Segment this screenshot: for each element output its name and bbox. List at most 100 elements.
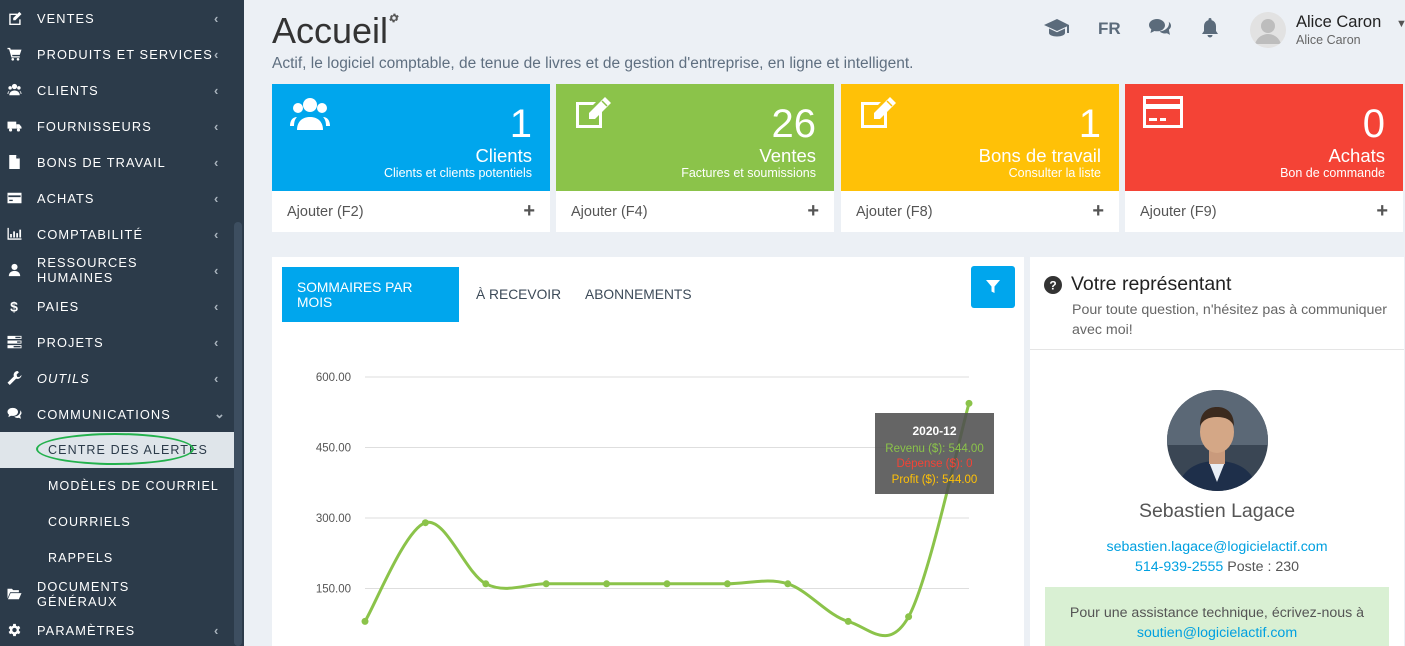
filter-icon [986,280,1000,293]
chevron-left-icon: ‹ [214,370,220,386]
chart-panel: SOMMAIRES PAR MOIS À RECEVOIR ABONNEMENT… [272,257,1024,646]
card-add-label: Ajouter (F2) [287,203,364,220]
chevron-left-icon: ‹ [214,154,220,170]
cart-icon [0,47,37,61]
sidebar-item-produits-et-services[interactable]: PRODUITS ET SERVICES ‹ [0,36,234,72]
page-title: Accueil [272,10,389,51]
sidebar-subitem-rappels[interactable]: RAPPELS [0,540,234,576]
card-count: 26 [771,102,817,146]
card-header[interactable]: 1 Clients Clients et clients potentiels [272,84,550,191]
rep-email-link[interactable]: sebastien.lagace@logicielactif.com [1030,539,1404,555]
chevron-left-icon: ‹ [214,118,220,134]
sidebar-item-comptabilité[interactable]: COMPTABILITÉ ‹ [0,216,234,252]
sidebar-subitem-centre-des-alertes[interactable]: CENTRE DES ALERTES [0,432,234,468]
bar-chart-icon [0,227,37,241]
card-description: Bon de commande [1280,166,1385,180]
sidebar-item-label: RESSOURCES HUMAINES [37,255,138,285]
sidebar-scrollbar[interactable] [234,222,242,646]
sidebar-item-paies[interactable]: $ PAIES ‹ [0,288,234,324]
sidebar-item-bons-de-travail[interactable]: BONS DE TRAVAIL ‹ [0,144,234,180]
plus-icon: + [523,200,535,222]
comments-icon [0,407,37,421]
data-point[interactable] [361,617,369,625]
sidebar-item-label: BONS DE TRAVAIL [37,154,166,170]
language-selector[interactable]: FR [1098,19,1121,39]
card-header[interactable]: 26 Ventes Factures et soumissions [556,84,834,191]
data-point[interactable] [542,580,550,588]
card-header[interactable]: 0 Achats Bon de commande [1125,84,1403,191]
sidebar-item-achats[interactable]: ACHATS ‹ [0,180,234,216]
settings-gear-icon[interactable] [388,12,400,24]
rep-name: Sebastien Lagace [1138,500,1296,522]
chevron-left-icon: ‹ [214,46,220,62]
rep-title: Votre représentant [1071,273,1232,295]
sidebar-item-label: VENTES [37,10,95,26]
data-point[interactable] [723,580,731,588]
rep-header: ? Votre représentant Pour toute question… [1030,257,1404,350]
tab-sommaires[interactable]: SOMMAIRES PAR MOIS [282,267,459,322]
y-tick-label: 150.00 [316,584,351,596]
sidebar-item-ventes[interactable]: VENTES ‹ [0,0,234,36]
caret-down-icon[interactable]: ▼ [1396,18,1405,30]
chevron-down-icon: ⌄ [214,406,226,421]
sidebar-item-outils[interactable]: OUTILS ‹ [0,360,234,396]
data-point[interactable] [482,580,490,588]
support-text: Pour une assistance technique, écrivez-n… [1069,605,1365,621]
sidebar-item-paramètres[interactable]: PARAMÈTRES ‹ [0,612,234,646]
question-circle-icon: ? [1044,276,1062,294]
sidebar-item-documents-généraux[interactable]: DOCUMENTS GÉNÉRAUX [0,576,234,612]
tooltip-revenu: Revenu ($): 544.00 [885,442,984,455]
data-point[interactable] [603,580,611,588]
sidebar-item-ressources-humaines[interactable]: RESSOURCES HUMAINES ‹ [0,252,234,288]
sidebar-item-clients[interactable]: CLIENTS ‹ [0,72,234,108]
data-point[interactable] [844,617,852,625]
bell-icon[interactable] [1201,18,1219,38]
card-header[interactable]: 1 Bons de travail Consulter la liste [841,84,1119,191]
tooltip-date: 2020-12 [912,424,957,438]
tab-abonnements[interactable]: ABONNEMENTS [570,267,707,322]
y-tick-label: 300.00 [316,513,351,525]
avatar[interactable] [1250,12,1286,48]
plus-icon: + [1092,200,1104,222]
sidebar-subitem-modèles-de-courriel[interactable]: MODÈLES DE COURRIEL [0,468,234,504]
card-add-button[interactable]: Ajouter (F8) + [841,191,1119,232]
sidebar-item-label: CLIENTS [37,82,99,98]
card-bons-de-travail: 1 Bons de travail Consulter la liste Ajoute… [841,84,1119,232]
user-name[interactable]: Alice Caron [1296,13,1381,32]
user-icon [0,263,37,277]
support-email-link[interactable]: soutien@logicielactif.com [1045,623,1389,643]
tab-a-recevoir[interactable]: À RECEVOIR [461,267,576,322]
data-point[interactable] [965,399,973,407]
sidebar-subitem-courriels[interactable]: COURRIELS [0,504,234,540]
chevron-left-icon: ‹ [214,82,220,98]
sidebar-item-fournisseurs[interactable]: FOURNISSEURS ‹ [0,108,234,144]
sidebar-item-projets[interactable]: PROJETS ‹ [0,324,234,360]
graduation-cap-icon[interactable] [1044,18,1070,38]
chevron-left-icon: ‹ [214,298,220,314]
data-point[interactable] [784,580,792,588]
card-add-button[interactable]: Ajouter (F2) + [272,191,550,232]
sidebar-item-label: PRODUITS ET SERVICES [37,46,213,62]
plus-icon: + [807,200,819,222]
card-add-label: Ajouter (F8) [856,203,933,220]
data-point[interactable] [421,519,429,527]
user-company: Alice Caron [1296,33,1361,47]
edit-icon [0,11,37,25]
card-add-button[interactable]: Ajouter (F9) + [1125,191,1403,232]
rep-photo [1167,390,1268,491]
sidebar-item-communications[interactable]: COMMUNICATIONS ⌄ [0,396,234,432]
card-description: Factures et soumissions [681,166,816,180]
card-add-label: Ajouter (F4) [571,203,648,220]
card-title: Achats [1328,145,1385,166]
data-point[interactable] [663,580,671,588]
svg-text:$: $ [10,299,19,313]
card-ventes: 26 Ventes Factures et soumissions Ajouter (… [556,84,834,232]
y-tick-label: 450.00 [316,443,351,455]
folder-open-icon [0,587,37,601]
rep-phone-link[interactable]: 514-939-2555 [1135,559,1223,575]
comments-icon[interactable] [1149,18,1171,36]
data-point[interactable] [905,613,913,621]
filter-button[interactable] [971,266,1015,308]
card-count: 1 [1078,102,1101,146]
card-add-button[interactable]: Ajouter (F4) + [556,191,834,232]
